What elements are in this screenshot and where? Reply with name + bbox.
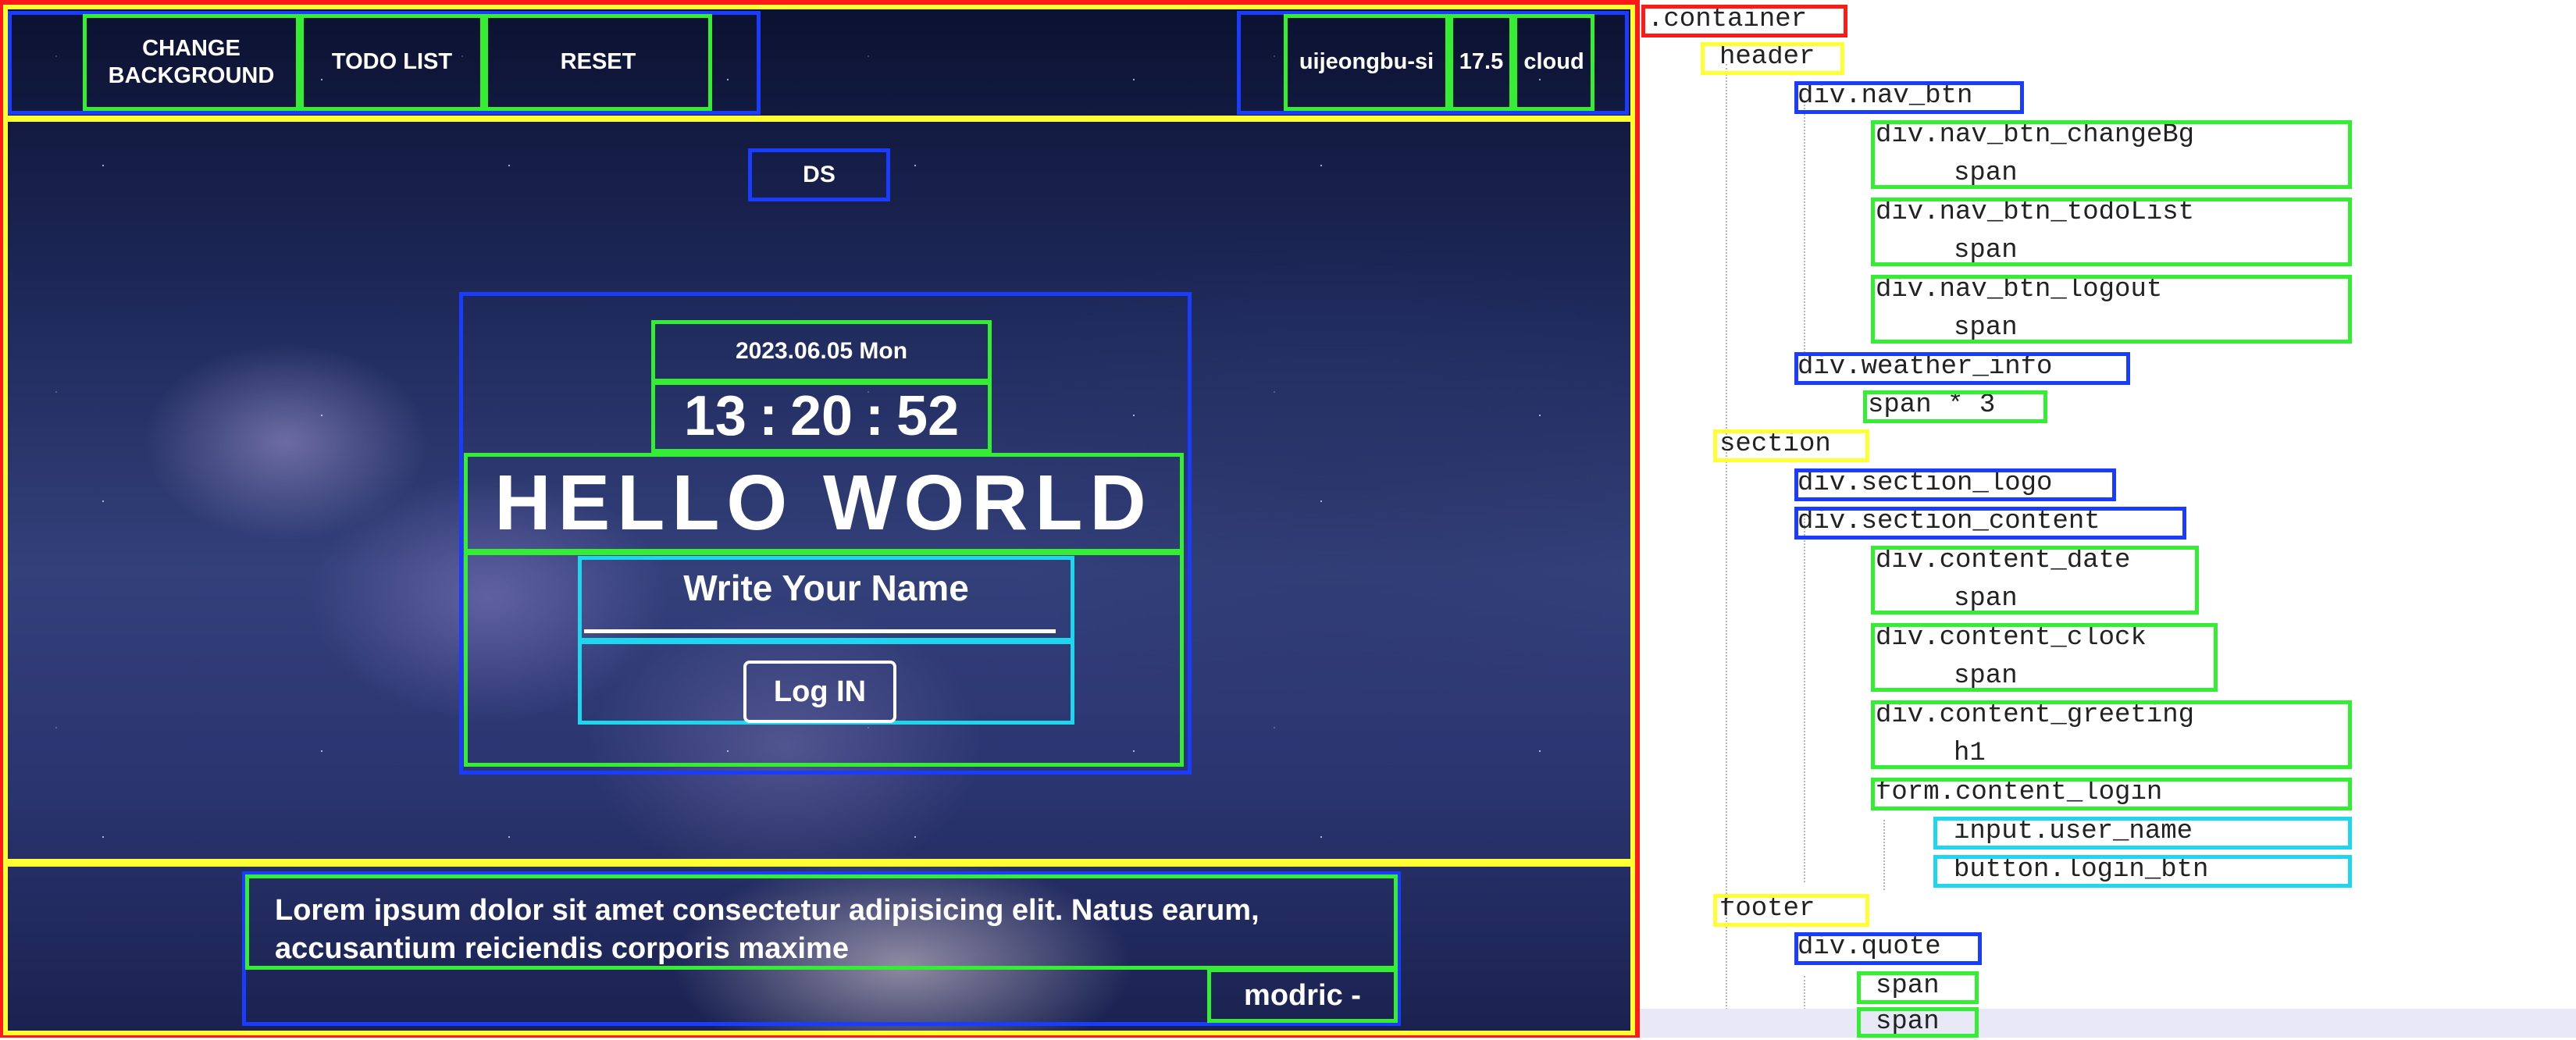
login-button[interactable]: Log IN xyxy=(743,661,896,723)
reset-label: RESET xyxy=(560,49,636,75)
indent-guide xyxy=(1883,820,1885,890)
clock-seconds: 52 xyxy=(896,385,960,448)
dom-tree-panel: .container header div.nav_btn div.nav_bt… xyxy=(1640,0,2576,1038)
tree-box xyxy=(1713,894,1869,927)
tree-row-highlight xyxy=(1640,1009,2576,1038)
content-greeting: HELLO WORLD xyxy=(464,453,1184,553)
tree-box xyxy=(1863,390,2047,423)
content-clock: 13 : 20 : 52 xyxy=(651,381,992,453)
tree-box xyxy=(1871,778,2352,810)
indent-guide xyxy=(1804,102,1805,359)
section-logo-text: DS xyxy=(803,161,836,187)
tree-box xyxy=(1701,42,1844,75)
weather-temperature: 17.5 xyxy=(1449,14,1513,111)
tree-box xyxy=(1871,120,2352,189)
tree-box xyxy=(1857,1007,1979,1038)
todo-list-button[interactable]: TODO LIST xyxy=(300,14,484,111)
weather-temperature-text: 17.5 xyxy=(1459,49,1504,75)
content-date-text: 2023.06.05 Mon xyxy=(735,337,908,364)
clock-hours: 13 xyxy=(683,385,746,448)
tree-box xyxy=(1871,275,2352,344)
change-background-label: CHANGE BACKGROUND xyxy=(108,35,275,88)
section-logo: DS xyxy=(748,148,890,201)
tree-box xyxy=(1713,429,1869,462)
clock-minutes: 20 xyxy=(789,385,853,448)
login-button-label: Log IN xyxy=(773,675,867,708)
tree-box xyxy=(1794,352,2130,385)
clock-separator: : xyxy=(758,385,778,448)
tree-box xyxy=(1794,932,1982,965)
reset-button[interactable]: RESET xyxy=(484,14,712,111)
weather-condition: cloud xyxy=(1513,14,1594,111)
weather-city: uijeongbu-si xyxy=(1284,14,1449,111)
user-name-placeholder: Write Your Name xyxy=(683,568,969,608)
tree-box xyxy=(1857,971,1979,1004)
quote-author-text: modric - xyxy=(1244,978,1361,1012)
indent-guide xyxy=(1804,515,1805,882)
tree-box xyxy=(1871,623,2218,692)
clock-separator: : xyxy=(865,385,885,448)
tree-box xyxy=(1871,546,2199,614)
change-background-button[interactable]: CHANGE BACKGROUND xyxy=(83,14,300,111)
tree-box xyxy=(1871,700,2352,769)
greeting-heading: HELLO WORLD xyxy=(494,459,1153,547)
todo-list-label: TODO LIST xyxy=(331,49,453,75)
tree-box xyxy=(1794,468,2116,501)
tree-box xyxy=(1794,81,2024,114)
tree-box xyxy=(1794,507,2186,540)
input-underline xyxy=(584,629,1056,633)
content-date: 2023.06.05 Mon xyxy=(651,320,992,383)
weather-condition-text: cloud xyxy=(1523,49,1584,75)
quote-author: modric - xyxy=(1207,968,1398,1023)
weather-city-text: uijeongbu-si xyxy=(1299,49,1434,75)
tree-box xyxy=(1641,5,1847,37)
tree-box xyxy=(1933,855,2352,888)
tree-box xyxy=(1933,817,2352,849)
quote-text: Lorem ipsum dolor sit amet consectetur a… xyxy=(275,894,1259,965)
tree-box xyxy=(1871,198,2352,266)
